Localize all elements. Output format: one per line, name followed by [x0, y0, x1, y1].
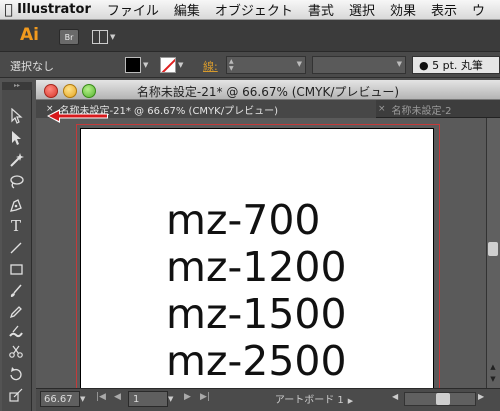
- stroke-none-swatch[interactable]: [160, 57, 176, 73]
- arrange-grid-icon: [92, 30, 108, 44]
- apple-menu-icon[interactable]: : [0, 2, 17, 18]
- scroll-right-icon[interactable]: ▶: [478, 392, 484, 401]
- scroll-left-icon[interactable]: ◀: [392, 392, 398, 401]
- chevron-down-icon: ▼: [110, 33, 116, 41]
- menu-select[interactable]: 選択: [349, 0, 375, 19]
- illustrator-logo: Ai: [20, 25, 39, 45]
- pen-tool-icon[interactable]: [4, 196, 28, 216]
- artboard-text-line[interactable]: mz-2500: [166, 341, 347, 382]
- document-title-bar[interactable]: 名称未設定-21* @ 66.67% (CMYK/プレビュー): [36, 80, 500, 100]
- artboard-text-line[interactable]: mz-700: [166, 200, 321, 241]
- blob-brush-tool-icon[interactable]: [4, 322, 28, 342]
- menu-effect[interactable]: 効果: [390, 0, 416, 19]
- scroll-up-icon[interactable]: ▲: [487, 363, 499, 373]
- scroll-down-icon[interactable]: ▼: [487, 375, 499, 385]
- stroke-dropdown-icon[interactable]: ▼: [178, 57, 188, 73]
- mac-menu-bar:  Illustrator ファイル 編集 オブジェクト 書式 選択 効果 表示…: [0, 0, 500, 20]
- scissors-tool-icon[interactable]: [4, 342, 28, 362]
- variable-width-profile-select[interactable]: ▼: [312, 56, 406, 74]
- first-artboard-icon[interactable]: |◀: [96, 392, 106, 402]
- menu-object[interactable]: オブジェクト: [215, 0, 293, 19]
- horizontal-scroll-thumb[interactable]: [436, 393, 450, 405]
- vertical-scroll-thumb[interactable]: [488, 242, 498, 256]
- last-artboard-icon[interactable]: ▶|: [200, 392, 210, 402]
- menu-window[interactable]: ウ: [472, 0, 485, 19]
- rectangle-tool-icon[interactable]: [4, 259, 28, 279]
- chevron-down-icon[interactable]: ▼: [297, 60, 302, 68]
- document-window-title: 名称未設定-21* @ 66.67% (CMYK/プレビュー): [136, 85, 400, 99]
- brush-definition-select[interactable]: ● 5 pt. 丸筆: [412, 56, 500, 74]
- chevron-right-icon: ▶: [347, 397, 354, 405]
- menu-edit[interactable]: 編集: [174, 0, 200, 19]
- menu-type[interactable]: 書式: [308, 0, 334, 19]
- previous-artboard-icon[interactable]: ◀: [114, 392, 121, 402]
- stepper-arrows-icon[interactable]: ▲ ▼: [229, 58, 234, 72]
- stroke-link-label[interactable]: 線:: [203, 58, 218, 74]
- rotate-tool-icon[interactable]: [4, 364, 28, 384]
- selection-status: 選択なし: [10, 60, 54, 73]
- type-tool-icon[interactable]: T: [4, 216, 28, 236]
- direct-selection-tool-icon[interactable]: [4, 128, 28, 148]
- artboard-text-line[interactable]: mz-1500: [166, 294, 347, 335]
- chevron-down-icon[interactable]: ▼: [168, 391, 178, 407]
- chevron-down-icon: ▼: [396, 60, 402, 68]
- bridge-button[interactable]: Br: [59, 29, 79, 45]
- scale-tool-icon[interactable]: [4, 385, 28, 405]
- menu-view[interactable]: 表示: [431, 0, 457, 19]
- menu-file[interactable]: ファイル: [107, 0, 159, 19]
- artboard-status-menu[interactable]: アートボード 1 ▶: [244, 391, 384, 407]
- fill-color-swatch[interactable]: [125, 57, 141, 73]
- selection-tool-icon[interactable]: [4, 106, 28, 126]
- line-segment-tool-icon[interactable]: [4, 238, 28, 258]
- magic-wand-tool-icon[interactable]: [4, 150, 28, 170]
- close-tab-icon[interactable]: ×: [378, 104, 386, 114]
- artboard-number-field[interactable]: 1: [128, 391, 168, 407]
- document-tab-inactive[interactable]: × 名称未設定-2: [372, 100, 500, 118]
- tools-panel-header[interactable]: ▸▸: [2, 82, 32, 90]
- artboard-status-label: アートボード 1: [274, 395, 344, 406]
- pencil-tool-icon[interactable]: [4, 302, 28, 322]
- stroke-weight-field[interactable]: ▲ ▼ ▼: [226, 56, 306, 74]
- tab-label: 名称未設定-2: [391, 105, 452, 117]
- annotation-arrow-icon: [47, 109, 108, 123]
- fill-dropdown-icon[interactable]: ▼: [143, 57, 153, 73]
- chevron-down-icon[interactable]: ▼: [80, 391, 90, 407]
- zoom-level-field[interactable]: 66.67: [40, 391, 80, 407]
- menu-app-name[interactable]: Illustrator: [17, 2, 91, 17]
- arrange-documents-button[interactable]: ▼: [92, 28, 118, 46]
- next-artboard-icon[interactable]: ▶: [184, 392, 191, 402]
- lasso-tool-icon[interactable]: [4, 172, 28, 192]
- paintbrush-tool-icon[interactable]: [4, 281, 28, 301]
- artboard-text-line[interactable]: mz-1200: [166, 247, 347, 288]
